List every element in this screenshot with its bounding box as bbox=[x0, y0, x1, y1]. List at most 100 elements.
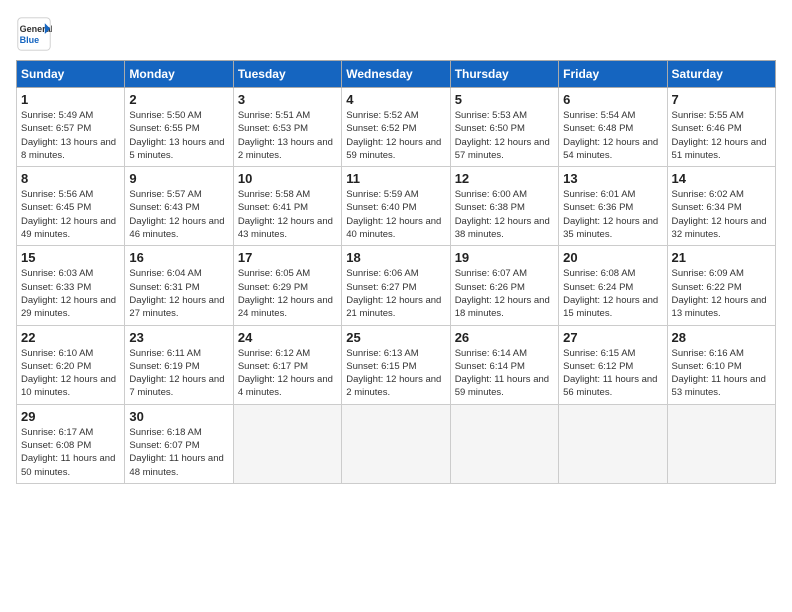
calendar-table: SundayMondayTuesdayWednesdayThursdayFrid… bbox=[16, 60, 776, 484]
calendar-day-cell bbox=[559, 404, 667, 483]
day-info: Sunrise: 5:53 AM Sunset: 6:50 PM Dayligh… bbox=[455, 109, 554, 162]
day-info: Sunrise: 6:09 AM Sunset: 6:22 PM Dayligh… bbox=[672, 267, 771, 320]
calendar-day-cell: 20 Sunrise: 6:08 AM Sunset: 6:24 PM Dayl… bbox=[559, 246, 667, 325]
day-number: 8 bbox=[21, 171, 120, 186]
day-number: 13 bbox=[563, 171, 662, 186]
day-number: 7 bbox=[672, 92, 771, 107]
day-info: Sunrise: 6:18 AM Sunset: 6:07 PM Dayligh… bbox=[129, 426, 228, 479]
calendar-day-cell: 28 Sunrise: 6:16 AM Sunset: 6:10 PM Dayl… bbox=[667, 325, 775, 404]
day-info: Sunrise: 5:58 AM Sunset: 6:41 PM Dayligh… bbox=[238, 188, 337, 241]
day-info: Sunrise: 6:10 AM Sunset: 6:20 PM Dayligh… bbox=[21, 347, 120, 400]
calendar-day-cell bbox=[667, 404, 775, 483]
calendar-day-cell: 21 Sunrise: 6:09 AM Sunset: 6:22 PM Dayl… bbox=[667, 246, 775, 325]
calendar-day-cell: 13 Sunrise: 6:01 AM Sunset: 6:36 PM Dayl… bbox=[559, 167, 667, 246]
weekday-header: Thursday bbox=[450, 61, 558, 88]
calendar-day-cell: 1 Sunrise: 5:49 AM Sunset: 6:57 PM Dayli… bbox=[17, 88, 125, 167]
day-info: Sunrise: 6:11 AM Sunset: 6:19 PM Dayligh… bbox=[129, 347, 228, 400]
day-number: 22 bbox=[21, 330, 120, 345]
day-info: Sunrise: 6:06 AM Sunset: 6:27 PM Dayligh… bbox=[346, 267, 445, 320]
day-info: Sunrise: 5:51 AM Sunset: 6:53 PM Dayligh… bbox=[238, 109, 337, 162]
calendar-day-cell: 24 Sunrise: 6:12 AM Sunset: 6:17 PM Dayl… bbox=[233, 325, 341, 404]
weekday-header: Tuesday bbox=[233, 61, 341, 88]
logo-icon: General Blue bbox=[16, 16, 52, 52]
day-info: Sunrise: 6:03 AM Sunset: 6:33 PM Dayligh… bbox=[21, 267, 120, 320]
calendar-week-row: 1 Sunrise: 5:49 AM Sunset: 6:57 PM Dayli… bbox=[17, 88, 776, 167]
day-number: 5 bbox=[455, 92, 554, 107]
day-info: Sunrise: 5:56 AM Sunset: 6:45 PM Dayligh… bbox=[21, 188, 120, 241]
calendar-day-cell: 23 Sunrise: 6:11 AM Sunset: 6:19 PM Dayl… bbox=[125, 325, 233, 404]
day-number: 10 bbox=[238, 171, 337, 186]
calendar-week-row: 8 Sunrise: 5:56 AM Sunset: 6:45 PM Dayli… bbox=[17, 167, 776, 246]
calendar-day-cell bbox=[450, 404, 558, 483]
day-info: Sunrise: 5:50 AM Sunset: 6:55 PM Dayligh… bbox=[129, 109, 228, 162]
calendar-day-cell: 18 Sunrise: 6:06 AM Sunset: 6:27 PM Dayl… bbox=[342, 246, 450, 325]
calendar-day-cell: 10 Sunrise: 5:58 AM Sunset: 6:41 PM Dayl… bbox=[233, 167, 341, 246]
day-number: 3 bbox=[238, 92, 337, 107]
calendar-week-row: 22 Sunrise: 6:10 AM Sunset: 6:20 PM Dayl… bbox=[17, 325, 776, 404]
day-number: 1 bbox=[21, 92, 120, 107]
weekday-header: Wednesday bbox=[342, 61, 450, 88]
calendar-day-cell: 14 Sunrise: 6:02 AM Sunset: 6:34 PM Dayl… bbox=[667, 167, 775, 246]
day-number: 29 bbox=[21, 409, 120, 424]
day-info: Sunrise: 6:15 AM Sunset: 6:12 PM Dayligh… bbox=[563, 347, 662, 400]
day-number: 12 bbox=[455, 171, 554, 186]
day-info: Sunrise: 6:07 AM Sunset: 6:26 PM Dayligh… bbox=[455, 267, 554, 320]
calendar-day-cell: 25 Sunrise: 6:13 AM Sunset: 6:15 PM Dayl… bbox=[342, 325, 450, 404]
calendar-day-cell: 11 Sunrise: 5:59 AM Sunset: 6:40 PM Dayl… bbox=[342, 167, 450, 246]
calendar-day-cell: 22 Sunrise: 6:10 AM Sunset: 6:20 PM Dayl… bbox=[17, 325, 125, 404]
calendar-week-row: 29 Sunrise: 6:17 AM Sunset: 6:08 PM Dayl… bbox=[17, 404, 776, 483]
day-number: 9 bbox=[129, 171, 228, 186]
weekday-header-row: SundayMondayTuesdayWednesdayThursdayFrid… bbox=[17, 61, 776, 88]
day-number: 18 bbox=[346, 250, 445, 265]
day-info: Sunrise: 5:54 AM Sunset: 6:48 PM Dayligh… bbox=[563, 109, 662, 162]
calendar-day-cell: 15 Sunrise: 6:03 AM Sunset: 6:33 PM Dayl… bbox=[17, 246, 125, 325]
calendar-day-cell: 29 Sunrise: 6:17 AM Sunset: 6:08 PM Dayl… bbox=[17, 404, 125, 483]
day-number: 17 bbox=[238, 250, 337, 265]
calendar-day-cell bbox=[233, 404, 341, 483]
day-info: Sunrise: 5:55 AM Sunset: 6:46 PM Dayligh… bbox=[672, 109, 771, 162]
weekday-header: Sunday bbox=[17, 61, 125, 88]
day-info: Sunrise: 6:12 AM Sunset: 6:17 PM Dayligh… bbox=[238, 347, 337, 400]
day-number: 23 bbox=[129, 330, 228, 345]
svg-text:Blue: Blue bbox=[20, 35, 40, 45]
day-info: Sunrise: 6:04 AM Sunset: 6:31 PM Dayligh… bbox=[129, 267, 228, 320]
calendar-day-cell: 3 Sunrise: 5:51 AM Sunset: 6:53 PM Dayli… bbox=[233, 88, 341, 167]
calendar-day-cell: 9 Sunrise: 5:57 AM Sunset: 6:43 PM Dayli… bbox=[125, 167, 233, 246]
day-number: 26 bbox=[455, 330, 554, 345]
weekday-header: Saturday bbox=[667, 61, 775, 88]
day-info: Sunrise: 5:49 AM Sunset: 6:57 PM Dayligh… bbox=[21, 109, 120, 162]
day-info: Sunrise: 6:05 AM Sunset: 6:29 PM Dayligh… bbox=[238, 267, 337, 320]
calendar-day-cell: 8 Sunrise: 5:56 AM Sunset: 6:45 PM Dayli… bbox=[17, 167, 125, 246]
day-info: Sunrise: 6:01 AM Sunset: 6:36 PM Dayligh… bbox=[563, 188, 662, 241]
day-number: 11 bbox=[346, 171, 445, 186]
day-number: 2 bbox=[129, 92, 228, 107]
weekday-header: Monday bbox=[125, 61, 233, 88]
day-number: 14 bbox=[672, 171, 771, 186]
day-number: 24 bbox=[238, 330, 337, 345]
weekday-header: Friday bbox=[559, 61, 667, 88]
calendar-day-cell: 16 Sunrise: 6:04 AM Sunset: 6:31 PM Dayl… bbox=[125, 246, 233, 325]
day-info: Sunrise: 6:14 AM Sunset: 6:14 PM Dayligh… bbox=[455, 347, 554, 400]
day-info: Sunrise: 6:13 AM Sunset: 6:15 PM Dayligh… bbox=[346, 347, 445, 400]
day-info: Sunrise: 6:16 AM Sunset: 6:10 PM Dayligh… bbox=[672, 347, 771, 400]
day-number: 15 bbox=[21, 250, 120, 265]
calendar-day-cell: 2 Sunrise: 5:50 AM Sunset: 6:55 PM Dayli… bbox=[125, 88, 233, 167]
calendar-day-cell: 7 Sunrise: 5:55 AM Sunset: 6:46 PM Dayli… bbox=[667, 88, 775, 167]
day-number: 19 bbox=[455, 250, 554, 265]
calendar-day-cell bbox=[342, 404, 450, 483]
calendar-day-cell: 26 Sunrise: 6:14 AM Sunset: 6:14 PM Dayl… bbox=[450, 325, 558, 404]
day-number: 20 bbox=[563, 250, 662, 265]
day-number: 4 bbox=[346, 92, 445, 107]
day-number: 27 bbox=[563, 330, 662, 345]
day-info: Sunrise: 6:02 AM Sunset: 6:34 PM Dayligh… bbox=[672, 188, 771, 241]
day-info: Sunrise: 5:59 AM Sunset: 6:40 PM Dayligh… bbox=[346, 188, 445, 241]
day-number: 30 bbox=[129, 409, 228, 424]
calendar-day-cell: 12 Sunrise: 6:00 AM Sunset: 6:38 PM Dayl… bbox=[450, 167, 558, 246]
day-info: Sunrise: 5:57 AM Sunset: 6:43 PM Dayligh… bbox=[129, 188, 228, 241]
calendar-day-cell: 19 Sunrise: 6:07 AM Sunset: 6:26 PM Dayl… bbox=[450, 246, 558, 325]
day-number: 28 bbox=[672, 330, 771, 345]
calendar-week-row: 15 Sunrise: 6:03 AM Sunset: 6:33 PM Dayl… bbox=[17, 246, 776, 325]
calendar-day-cell: 17 Sunrise: 6:05 AM Sunset: 6:29 PM Dayl… bbox=[233, 246, 341, 325]
calendar-day-cell: 6 Sunrise: 5:54 AM Sunset: 6:48 PM Dayli… bbox=[559, 88, 667, 167]
calendar-day-cell: 5 Sunrise: 5:53 AM Sunset: 6:50 PM Dayli… bbox=[450, 88, 558, 167]
